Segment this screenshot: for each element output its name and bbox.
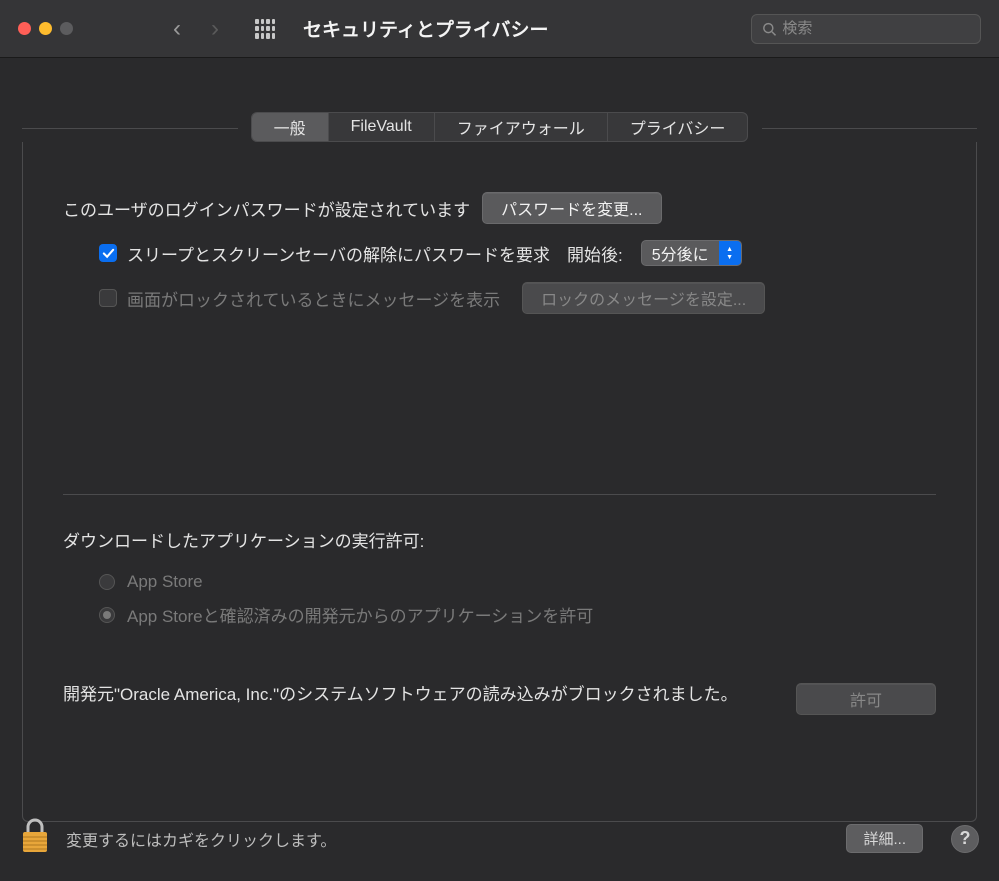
minimize-button[interactable] — [39, 22, 52, 35]
general-panel: このユーザのログインパスワードが設定されています パスワードを変更... スリー… — [22, 142, 977, 822]
password-set-label: このユーザのログインパスワードが設定されています — [63, 196, 470, 221]
zoom-button — [60, 22, 73, 35]
delay-select[interactable]: 5分後に ▲▼ — [641, 240, 742, 266]
require-password-label: スリープとスクリーンセーバの解除にパスワードを要求 開始後: — [127, 241, 623, 266]
divider — [63, 494, 936, 495]
back-button[interactable]: ‹ — [173, 15, 181, 43]
show-message-label: 画面がロックされているときにメッセージを表示 — [127, 286, 500, 311]
search-box[interactable] — [751, 14, 981, 44]
radio-appstore — [99, 574, 115, 590]
window-title: セキュリティとプライバシー — [303, 15, 751, 42]
show-all-icon[interactable] — [255, 19, 275, 39]
set-lock-message-button: ロックのメッセージを設定... — [522, 282, 765, 314]
tab-firewall[interactable]: ファイアウォール — [435, 113, 608, 141]
window-controls — [18, 22, 73, 35]
footer: 変更するにはカギをクリックします。 詳細... ? — [0, 800, 999, 881]
blocked-software-text: 開発元"Oracle America, Inc."のシステムソフトウェアの読み込… — [63, 683, 756, 708]
help-button[interactable]: ? — [951, 825, 979, 853]
lock-hint-text: 変更するにはカギをクリックします。 — [66, 827, 830, 851]
radio-identified-label: App Storeと確認済みの開発元からのアプリケーションを許可 — [127, 602, 593, 627]
lock-icon[interactable] — [20, 818, 50, 859]
download-section-title: ダウンロードしたアプリケーションの実行許可: — [63, 527, 936, 552]
change-password-button[interactable]: パスワードを変更... — [482, 192, 661, 224]
details-button[interactable]: 詳細... — [846, 824, 923, 853]
select-arrows-icon: ▲▼ — [719, 241, 741, 265]
radio-appstore-label: App Store — [127, 572, 203, 592]
allow-button[interactable]: 許可 — [796, 683, 936, 715]
tab-privacy[interactable]: プライバシー — [608, 113, 748, 141]
nav-arrows: ‹ › — [173, 15, 219, 43]
delay-select-value: 5分後に — [642, 241, 719, 265]
require-password-checkbox[interactable] — [99, 244, 117, 262]
titlebar: ‹ › セキュリティとプライバシー — [0, 0, 999, 58]
search-input[interactable] — [782, 20, 970, 37]
check-icon — [102, 247, 115, 260]
tabs: 一般 FileVault ファイアウォール プライバシー — [251, 112, 749, 142]
show-message-checkbox — [99, 289, 117, 307]
radio-identified — [99, 607, 115, 623]
close-button[interactable] — [18, 22, 31, 35]
tab-general[interactable]: 一般 — [252, 113, 329, 141]
tab-filevault[interactable]: FileVault — [329, 113, 435, 141]
forward-button: › — [211, 15, 219, 43]
search-icon — [762, 21, 776, 37]
